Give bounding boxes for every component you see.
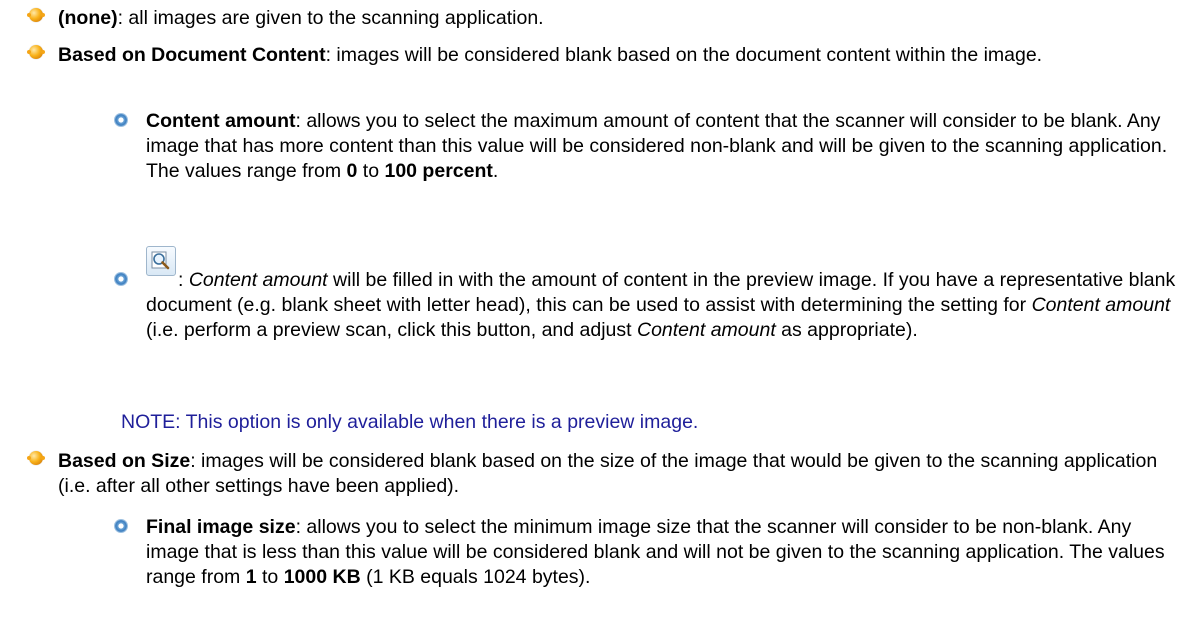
option-none: (none): all images are given to the scan… <box>58 6 1183 31</box>
preview-em2: Content amount <box>1032 294 1171 316</box>
option-size-desc: : images will be considered blank based … <box>58 450 1157 497</box>
final-image-size-text: Final image size: allows you to select t… <box>146 515 1186 590</box>
option-size: Based on Size: images will be considered… <box>58 449 1183 499</box>
option-size-text: Based on Size: images will be considered… <box>58 449 1183 499</box>
preview-em1: Content amount <box>189 269 328 291</box>
content-amount-text: Content amount: allows you to select the… <box>146 109 1186 184</box>
content-amount-term: Content amount <box>146 110 295 132</box>
option-document-content-desc: : images will be considered blank based … <box>326 44 1043 66</box>
content-amount-end: . <box>493 160 498 182</box>
final-image-size-mid: to <box>257 566 284 588</box>
orange-bullet-icon <box>29 451 43 465</box>
orange-bullet-icon <box>29 8 43 22</box>
sub-option-final-image-size: Final image size: allows you to select t… <box>146 515 1186 590</box>
preview-em3: Content amount <box>637 319 776 341</box>
option-none-term: (none) <box>58 7 118 29</box>
preview-note: NOTE: This option is only available when… <box>121 410 698 435</box>
content-amount-desc: : allows you to select the maximum amoun… <box>146 110 1167 182</box>
sub-option-content-amount: Content amount: allows you to select the… <box>146 109 1186 184</box>
content-amount-min: 0 <box>347 160 358 182</box>
option-none-text: (none): all images are given to the scan… <box>58 6 1183 31</box>
magnifier-preview-icon[interactable] <box>146 246 176 276</box>
sub-option-preview-button: : Content amount will be filled in with … <box>146 268 1186 343</box>
content-amount-max: 100 percent <box>384 160 492 182</box>
content-amount-mid: to <box>357 160 384 182</box>
option-size-term: Based on Size <box>58 450 190 472</box>
final-image-size-max: 1000 KB <box>284 566 361 588</box>
preview-button-text: : Content amount will be filled in with … <box>146 268 1186 343</box>
option-document-content: Based on Document Content: images will b… <box>58 43 1183 68</box>
final-image-size-term: Final image size <box>146 516 296 538</box>
preview-colon: : <box>178 269 189 291</box>
preview-desc3: as appropriate). <box>776 319 918 341</box>
blue-bullet-icon <box>114 519 128 533</box>
blue-bullet-icon <box>114 272 128 286</box>
final-image-size-end: (1 KB equals 1024 bytes). <box>361 566 591 588</box>
option-document-content-text: Based on Document Content: images will b… <box>58 43 1183 68</box>
final-image-size-min: 1 <box>246 566 257 588</box>
blue-bullet-icon <box>114 113 128 127</box>
orange-bullet-icon <box>29 45 43 59</box>
option-document-content-term: Based on Document Content <box>58 44 326 66</box>
preview-desc2: (i.e. perform a preview scan, click this… <box>146 319 637 341</box>
option-none-desc: : all images are given to the scanning a… <box>118 7 544 29</box>
